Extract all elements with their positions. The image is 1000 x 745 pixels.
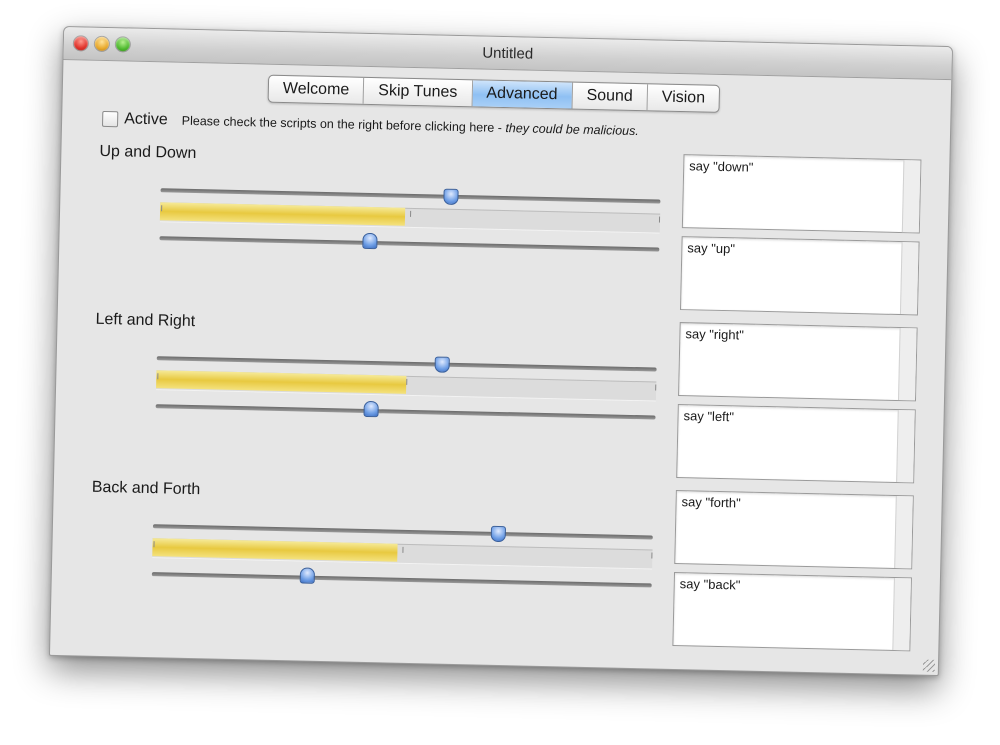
meter-tick bbox=[658, 216, 661, 223]
slider-group-up-down bbox=[159, 180, 661, 255]
meter-tick bbox=[410, 210, 412, 217]
tab-advanced[interactable]: Advanced bbox=[472, 80, 573, 109]
meter-tick bbox=[402, 546, 404, 553]
app-window: Untitled Welcome Skip Tunes Advanced Sou… bbox=[48, 25, 954, 677]
slider-group-left-right bbox=[155, 348, 657, 423]
active-checkbox[interactable] bbox=[101, 110, 119, 128]
bottom-slider-thumb[interactable] bbox=[362, 232, 378, 250]
script-field-up[interactable]: say "up" bbox=[679, 236, 920, 316]
scrollbar[interactable] bbox=[892, 577, 911, 651]
bottom-slider-track[interactable] bbox=[155, 404, 656, 420]
top-slider-track[interactable] bbox=[156, 356, 657, 372]
script-text: say "back" bbox=[679, 576, 741, 593]
script-field-right[interactable]: say "right" bbox=[678, 322, 918, 402]
tab-skip-tunes[interactable]: Skip Tunes bbox=[363, 77, 473, 107]
script-text: say "down" bbox=[689, 158, 754, 175]
meter-tick bbox=[651, 552, 653, 559]
scrollbar[interactable] bbox=[897, 328, 917, 401]
active-label: Active bbox=[123, 110, 168, 129]
top-slider-track[interactable] bbox=[160, 188, 661, 204]
script-text: say "up" bbox=[687, 240, 736, 257]
script-text: say "right" bbox=[685, 326, 744, 343]
section-title-up-down: Up and Down bbox=[99, 142, 197, 163]
top-slider-thumb[interactable] bbox=[443, 188, 459, 205]
top-slider-thumb[interactable] bbox=[434, 356, 450, 373]
meter-tick bbox=[161, 205, 163, 212]
active-row: Active Please check the scripts on the r… bbox=[101, 110, 639, 140]
tab-sound[interactable]: Sound bbox=[572, 82, 649, 111]
scrollbar[interactable] bbox=[896, 410, 915, 483]
meter-tick bbox=[655, 384, 657, 391]
tab-welcome[interactable]: Welcome bbox=[268, 75, 365, 104]
scrollbar[interactable] bbox=[899, 242, 919, 315]
script-text: say "forth" bbox=[681, 494, 741, 511]
script-field-down[interactable]: say "down" bbox=[681, 154, 922, 234]
top-slider-track[interactable] bbox=[152, 524, 653, 540]
bottom-slider-track[interactable] bbox=[159, 236, 660, 252]
scrollbar[interactable] bbox=[901, 160, 921, 233]
meter-tick bbox=[157, 373, 159, 380]
content-area: Welcome Skip Tunes Advanced Sound Vision… bbox=[50, 60, 951, 675]
resize-grip[interactable] bbox=[922, 659, 936, 672]
top-slider-thumb[interactable] bbox=[490, 525, 507, 543]
scrollbar[interactable] bbox=[894, 495, 913, 569]
script-text: say "left" bbox=[683, 408, 735, 425]
tab-bar: Welcome Skip Tunes Advanced Sound Vision bbox=[267, 74, 721, 113]
script-field-forth[interactable]: say "forth" bbox=[674, 490, 914, 570]
warning-text: Please check the scripts on the right be… bbox=[181, 113, 506, 136]
section-title-back-forth: Back and Forth bbox=[91, 478, 201, 499]
section-title-left-right: Left and Right bbox=[95, 310, 196, 331]
malicious-warning: Please check the scripts on the right be… bbox=[182, 114, 639, 138]
script-field-left[interactable]: say "left" bbox=[676, 404, 916, 484]
tab-vision[interactable]: Vision bbox=[647, 84, 719, 112]
meter-tick bbox=[153, 541, 155, 548]
bottom-slider-track[interactable] bbox=[151, 572, 652, 588]
warning-italic-text: they could be malicious. bbox=[505, 121, 639, 139]
bottom-slider-thumb[interactable] bbox=[299, 567, 316, 584]
script-field-back[interactable]: say "back" bbox=[672, 571, 912, 652]
slider-group-back-forth bbox=[151, 516, 653, 591]
bottom-slider-thumb[interactable] bbox=[363, 400, 379, 418]
meter-tick bbox=[406, 378, 408, 385]
